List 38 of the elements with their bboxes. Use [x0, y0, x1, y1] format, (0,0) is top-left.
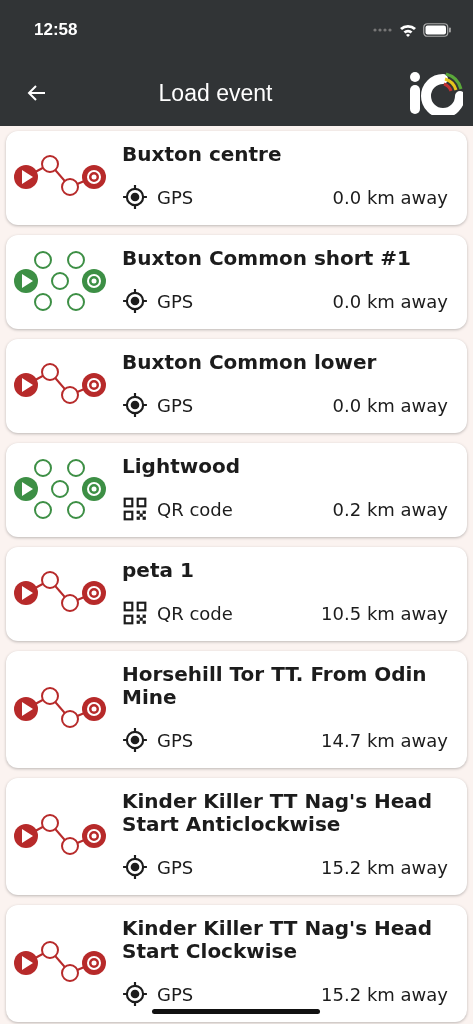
event-distance: 10.5 km away [321, 602, 448, 624]
event-name: Kinder Killer TT Nag's Head Start Clockwise [122, 917, 434, 963]
screen-title: Load event [157, 79, 274, 107]
start-method: GPS [157, 729, 195, 751]
event-card[interactable]: Kinder Killer TT Nag's Head Start Clockwise GPS 15.2 km away [6, 905, 467, 1022]
start-method: QR code [157, 602, 234, 624]
event-name: Lightwood [122, 455, 241, 478]
event-name: Buxton centre [122, 143, 283, 166]
status-time: 12:58 [34, 20, 79, 40]
start-method: QR code [157, 498, 234, 520]
start-method: GPS [157, 186, 195, 208]
event-distance: 0.2 km away [332, 498, 448, 520]
event-card[interactable]: Buxton centre GPS 0.0 km away [6, 131, 467, 225]
event-card[interactable]: Horsehill Tor TT. From Odin Mine GPS 14.7 km away [6, 651, 467, 768]
event-distance: 14.7 km away [321, 729, 448, 751]
event-distance: 0.0 km away [332, 394, 448, 416]
signal-icon [373, 28, 393, 32]
start-method: GPS [157, 856, 195, 878]
event-distance: 0.0 km away [332, 290, 448, 312]
start-method: GPS [157, 394, 195, 416]
event-name: Horsehill Tor TT. From Odin Mine [122, 663, 428, 709]
start-method: GPS [157, 290, 195, 312]
start-method: GPS [157, 983, 195, 1005]
battery-icon [423, 23, 451, 37]
event-name: peta 1 [122, 559, 195, 582]
event-card[interactable]: Kinder Killer TT Nag's Head Start Anticlockwise GPS 15.2 km away [6, 778, 467, 895]
event-card[interactable]: Buxton Common lower GPS 0.0 km away [6, 339, 467, 433]
event-distance: 0.0 km away [332, 186, 448, 208]
wifi-icon [399, 23, 417, 37]
event-name: Buxton Common short #1 [122, 247, 412, 270]
event-card[interactable]: peta 1 QR code 10.5 km away [6, 547, 467, 641]
event-card[interactable]: Buxton Common short #1 GPS 0.0 km away [6, 235, 467, 329]
event-distance: 15.2 km away [321, 856, 448, 878]
event-name: Buxton Common lower [122, 351, 378, 374]
event-distance: 15.2 km away [321, 983, 448, 1005]
event-card[interactable]: Lightwood QR code 0.2 km away [6, 443, 467, 537]
event-name: Kinder Killer TT Nag's Head Start Anticlockwise [122, 790, 434, 836]
app-logo [409, 71, 463, 115]
